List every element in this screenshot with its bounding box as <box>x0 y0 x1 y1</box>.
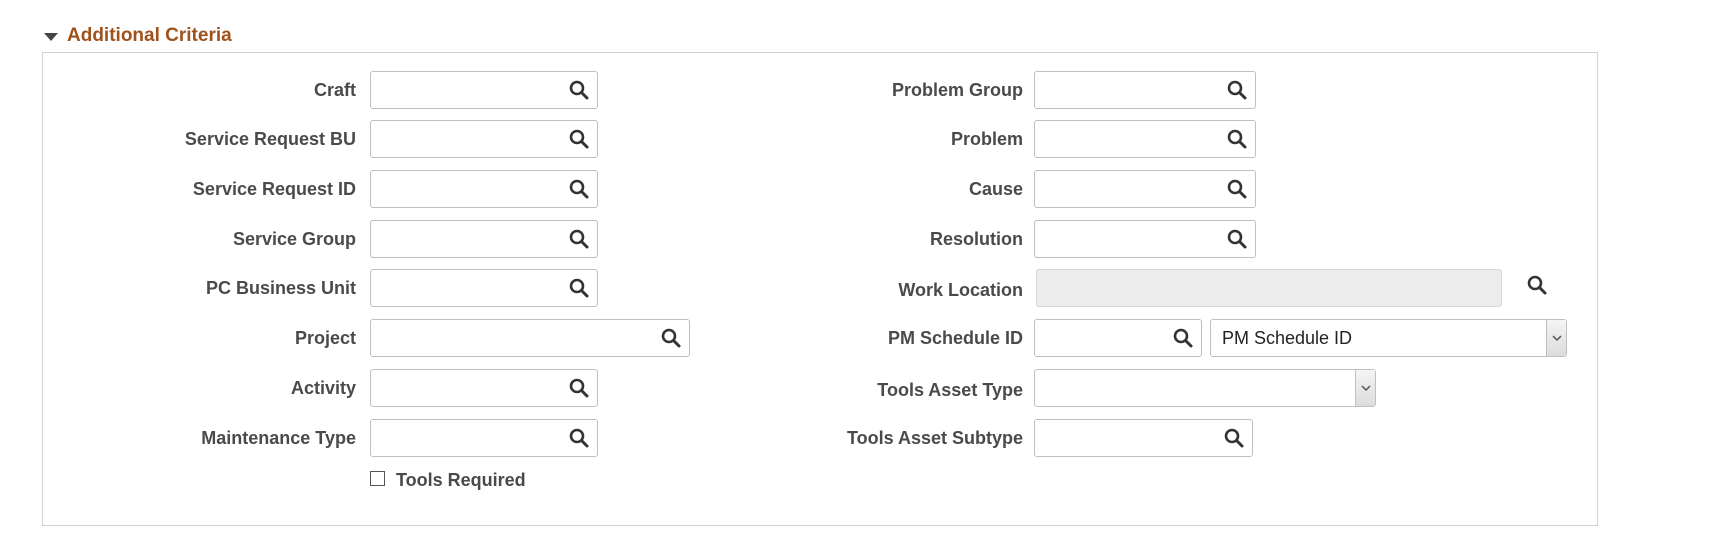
project-input[interactable] <box>371 320 653 356</box>
resolution-field <box>1034 220 1256 258</box>
search-icon[interactable] <box>568 79 590 101</box>
problem-label: Problem <box>950 129 1023 149</box>
problem-group-label: Problem Group <box>891 80 1023 100</box>
maintenance-type-field <box>370 419 598 457</box>
search-icon[interactable] <box>1226 79 1248 101</box>
tools-asset-type-label: Tools Asset Type <box>877 380 1023 400</box>
pm-schedule-id-field <box>1034 319 1202 357</box>
pm-schedule-id-label: PM Schedule ID <box>887 328 1023 348</box>
craft-input[interactable] <box>371 72 561 108</box>
tools-required-checkbox[interactable] <box>370 471 385 486</box>
search-icon[interactable] <box>1223 427 1245 449</box>
search-icon[interactable] <box>660 327 682 349</box>
problem-group-input[interactable] <box>1035 72 1219 108</box>
pm-schedule-id-input[interactable] <box>1035 320 1165 356</box>
search-icon[interactable] <box>1526 274 1548 296</box>
search-icon[interactable] <box>568 427 590 449</box>
chevron-down-icon <box>1546 320 1566 356</box>
pc-business-unit-label: PC Business Unit <box>205 278 356 298</box>
service-request-id-input[interactable] <box>371 171 561 207</box>
tools-asset-subtype-label: Tools Asset Subtype <box>846 428 1023 448</box>
pm-schedule-id-select[interactable]: PM Schedule ID <box>1210 319 1567 357</box>
service-request-bu-label: Service Request BU <box>184 129 356 149</box>
maintenance-type-input[interactable] <box>371 420 561 456</box>
section-title: Additional Criteria <box>67 25 232 46</box>
search-icon[interactable] <box>568 128 590 150</box>
activity-field <box>370 369 598 407</box>
work-location-input <box>1037 270 1465 306</box>
resolution-input[interactable] <box>1035 221 1219 257</box>
project-label: Project <box>294 328 356 348</box>
tools-asset-subtype-input[interactable] <box>1035 420 1216 456</box>
problem-group-field <box>1034 71 1256 109</box>
pc-business-unit-input[interactable] <box>371 270 561 306</box>
search-icon[interactable] <box>1172 327 1194 349</box>
search-icon[interactable] <box>1226 178 1248 200</box>
search-icon[interactable] <box>568 178 590 200</box>
tools-asset-subtype-field <box>1034 419 1253 457</box>
craft-label: Craft <box>313 80 356 100</box>
search-icon[interactable] <box>568 377 590 399</box>
search-icon[interactable] <box>1226 228 1248 250</box>
cause-input[interactable] <box>1035 171 1219 207</box>
service-request-bu-field <box>370 120 598 158</box>
activity-input[interactable] <box>371 370 561 406</box>
activity-label: Activity <box>290 378 356 398</box>
resolution-label: Resolution <box>930 229 1023 249</box>
project-field <box>370 319 690 357</box>
search-icon[interactable] <box>568 277 590 299</box>
work-location-field <box>1036 269 1502 307</box>
work-location-label: Work Location <box>898 280 1023 300</box>
section-toggle-additional-criteria[interactable]: Additional Criteria <box>44 25 232 47</box>
craft-field <box>370 71 598 109</box>
service-request-bu-input[interactable] <box>371 121 561 157</box>
cause-label: Cause <box>968 179 1023 199</box>
tools-required-label: Tools Required <box>396 470 526 490</box>
service-group-field <box>370 220 598 258</box>
triangle-down-icon <box>44 32 58 41</box>
service-request-id-label: Service Request ID <box>192 179 356 199</box>
problem-field <box>1034 120 1256 158</box>
service-group-input[interactable] <box>371 221 561 257</box>
problem-input[interactable] <box>1035 121 1219 157</box>
cause-field <box>1034 170 1256 208</box>
tools-asset-type-select[interactable] <box>1034 369 1376 407</box>
pc-business-unit-field <box>370 269 598 307</box>
pm-schedule-id-select-value: PM Schedule ID <box>1222 328 1353 348</box>
service-request-id-field <box>370 170 598 208</box>
service-group-label: Service Group <box>232 229 356 249</box>
search-icon[interactable] <box>1226 128 1248 150</box>
maintenance-type-label: Maintenance Type <box>201 428 356 448</box>
search-icon[interactable] <box>568 228 590 250</box>
chevron-down-icon <box>1355 370 1375 406</box>
